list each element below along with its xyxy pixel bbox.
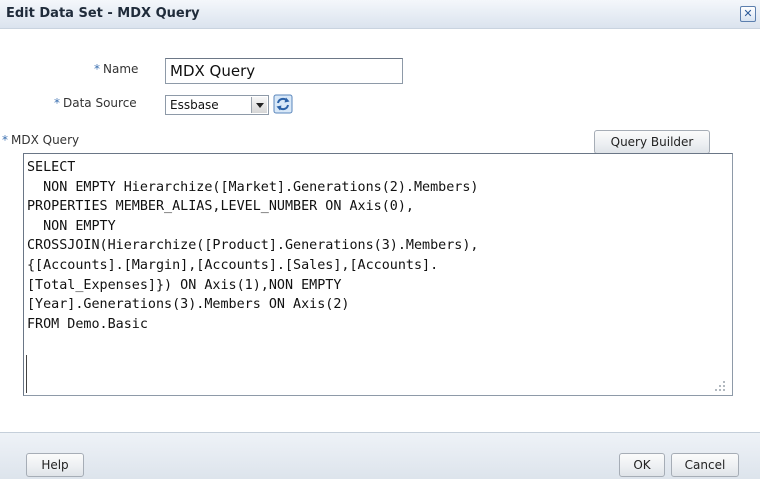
- dialog-title: Edit Data Set - MDX Query: [6, 6, 200, 21]
- help-button[interactable]: Help: [26, 453, 84, 477]
- mdx-query-textarea[interactable]: SELECT NON EMPTY Hierarchize([Market].Ge…: [23, 153, 733, 396]
- chevron-down-icon[interactable]: [251, 97, 267, 113]
- name-label: Name: [103, 62, 139, 76]
- title-bar: Edit Data Set - MDX Query ✕: [0, 0, 760, 29]
- dialog-footer: Help OK Cancel: [0, 432, 760, 479]
- cancel-button[interactable]: Cancel: [671, 453, 739, 477]
- ok-button[interactable]: OK: [619, 453, 665, 477]
- datasource-label-group: * Data Source: [54, 96, 137, 110]
- name-label-group: * Name: [94, 62, 138, 76]
- edit-data-set-dialog: Edit Data Set - MDX Query ✕ *Name *Data …: [0, 0, 760, 479]
- text-caret: [26, 355, 27, 393]
- required-marker: *: [94, 62, 100, 76]
- datasource-select[interactable]: Essbase: [165, 95, 269, 115]
- resize-grip-icon[interactable]: [714, 380, 726, 392]
- query-builder-button[interactable]: Query Builder: [594, 130, 710, 154]
- datasource-selected-value: Essbase: [170, 98, 219, 112]
- close-icon[interactable]: ✕: [740, 6, 756, 22]
- refresh-icon[interactable]: [273, 94, 293, 114]
- datasource-label: Data Source: [63, 96, 137, 110]
- name-input[interactable]: [165, 58, 403, 84]
- mdx-label-group: * MDX Query: [2, 133, 79, 147]
- required-marker: *: [2, 133, 8, 147]
- mdx-query-label: MDX Query: [11, 133, 80, 147]
- required-marker: *: [54, 96, 60, 110]
